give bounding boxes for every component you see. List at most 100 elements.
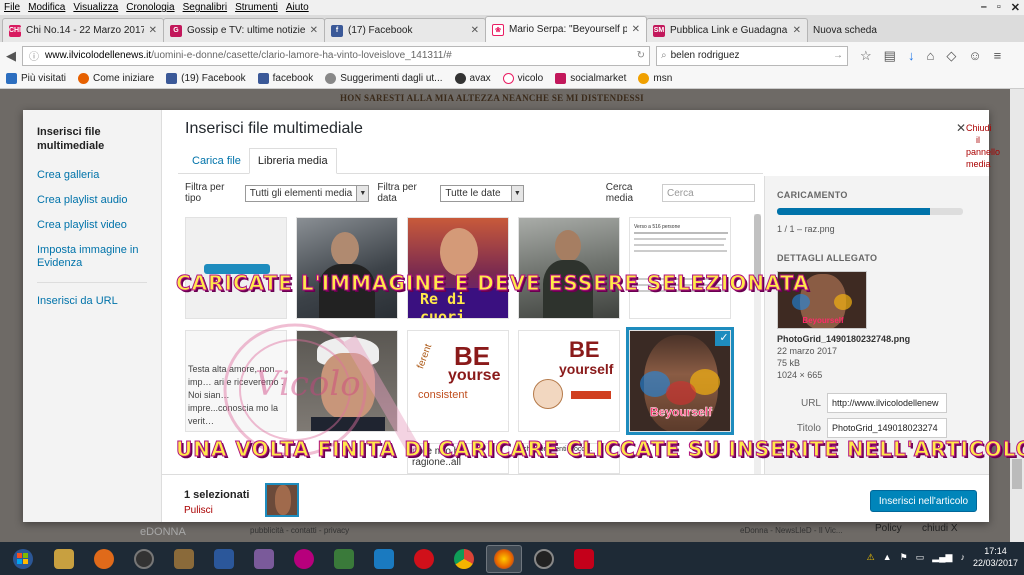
pocket-icon[interactable]: ◇: [946, 48, 956, 64]
clock-time: 17:14: [984, 546, 1007, 556]
tab-close-icon[interactable]: ✕: [471, 25, 479, 36]
browser-tab-active[interactable]: ❀ Mario Serpa: "Beyourself p... ✕: [485, 16, 647, 42]
create-audio-playlist-link[interactable]: Crea playlist audio: [37, 194, 147, 207]
menu-file[interactable]: File: [4, 2, 20, 13]
media-thumb-selected[interactable]: Beyourself ✓: [626, 327, 734, 435]
browser-tab-new[interactable]: Nuova scheda: [807, 18, 947, 42]
taskbar-app-media[interactable]: [86, 545, 122, 573]
download-icon[interactable]: ↓: [908, 48, 915, 64]
tab-upload-files[interactable]: Carica file: [184, 149, 249, 173]
media-thumb[interactable]: Verso a 516 persone: [629, 217, 731, 319]
search-go-icon[interactable]: →: [833, 50, 843, 61]
browser-tab[interactable]: G Gossip e TV: ultime notizie ... ✕: [163, 18, 325, 42]
taskbar-app-pdf[interactable]: [566, 545, 602, 573]
grid-scrollbar[interactable]: [754, 214, 761, 474]
bookmark-item[interactable]: vicolo: [502, 73, 543, 84]
tab-close-icon[interactable]: ✕: [149, 25, 157, 36]
url-bar[interactable]: ⓘ www.ilvicolodellenews.it/uomini-e-donn…: [22, 45, 650, 66]
tab-close-icon[interactable]: ✕: [310, 25, 318, 36]
facebook-icon: f: [331, 24, 343, 37]
filter-date-select[interactable]: Tutte le date ▼: [440, 184, 524, 202]
sidebar-title[interactable]: Inserisci file multimediale: [37, 125, 147, 153]
checkmark-icon[interactable]: ✓: [715, 331, 730, 346]
battery-icon[interactable]: ▭: [916, 552, 925, 563]
info-icon[interactable]: ⓘ: [29, 48, 39, 63]
bookmark-item[interactable]: Come iniziare: [78, 73, 154, 84]
clock[interactable]: 17:14 22/03/2017: [973, 545, 1018, 569]
close-modal-button[interactable]: ✕ Chiudi il pannello media: [956, 122, 1000, 170]
insert-from-url-link[interactable]: Inserisci da URL: [37, 295, 147, 308]
bookmark-star-icon[interactable]: ☆: [860, 48, 872, 64]
home-icon[interactable]: ⌂: [926, 48, 934, 64]
tab-close-icon[interactable]: ✕: [632, 24, 640, 35]
taskbar-app-folder[interactable]: [46, 545, 82, 573]
attachment-url-field[interactable]: http://www.ilvicolodellenew: [827, 393, 947, 413]
footer-links[interactable]: pubblicità - contatti - privacy: [250, 526, 349, 535]
reload-icon[interactable]: ↻: [637, 50, 645, 61]
footer-policy[interactable]: Policy: [875, 523, 902, 534]
selected-thumb[interactable]: [265, 483, 299, 517]
bookmark-item[interactable]: (19) Facebook: [166, 73, 246, 84]
bookmark-item[interactable]: Più visitati: [6, 73, 66, 84]
back-icon[interactable]: ◀: [6, 48, 16, 64]
create-video-playlist-link[interactable]: Crea playlist video: [37, 219, 147, 232]
media-thumb[interactable]: [296, 217, 398, 319]
bookmark-item[interactable]: msn: [638, 73, 672, 84]
browser-tab[interactable]: f (17) Facebook ✕: [324, 18, 486, 42]
hamburger-menu-icon[interactable]: ≡: [994, 48, 1002, 64]
bookmark-item[interactable]: socialmarket: [555, 73, 626, 84]
bookmark-item[interactable]: Suggerimenti dagli ut...: [325, 73, 443, 84]
taskbar-app-notes[interactable]: [166, 545, 202, 573]
media-thumb[interactable]: Re di cuori: [407, 217, 509, 319]
search-bar[interactable]: ⌕ belen rodriguez →: [656, 45, 848, 66]
filter-type-select[interactable]: Tutti gli elementi media ▼: [244, 184, 370, 202]
close-window-icon[interactable]: ✕: [1011, 1, 1020, 14]
taskbar-app-cam2[interactable]: [526, 545, 562, 573]
menu-strumenti[interactable]: Strumenti: [235, 2, 278, 13]
maximize-icon[interactable]: ▫: [997, 1, 1001, 14]
network-icon[interactable]: ▂▄▆: [932, 552, 952, 563]
taskbar-app-tool[interactable]: [326, 545, 362, 573]
volume-icon[interactable]: ♪: [960, 552, 965, 562]
chat-icon[interactable]: ☺: [968, 48, 981, 64]
taskbar-app-opera[interactable]: [406, 545, 442, 573]
menu-aiuto[interactable]: Aiuto: [286, 2, 309, 13]
start-button[interactable]: [0, 542, 46, 575]
set-featured-image-link[interactable]: Imposta immagine in Evidenza: [37, 244, 147, 270]
page-scrollbar[interactable]: [1010, 89, 1024, 542]
taskbar-app-photo[interactable]: [246, 545, 282, 573]
bookmark-item[interactable]: avax: [454, 73, 491, 84]
attachment-title-field[interactable]: PhotoGrid_149018023274: [827, 418, 947, 438]
insert-into-post-button[interactable]: Inserisci nell'articolo: [870, 490, 977, 512]
menu-visualizza[interactable]: Visualizza: [73, 2, 118, 13]
browser-tab[interactable]: SM Pubblica Link e Guadagna ... ✕: [646, 18, 808, 42]
clear-selection-link[interactable]: Pulisci: [184, 505, 213, 516]
footer-close-link[interactable]: chiudi X: [922, 523, 958, 534]
search-media-input[interactable]: Cerca: [662, 184, 755, 202]
menu-cronologia[interactable]: Cronologia: [126, 2, 174, 13]
taskbar-app-cam[interactable]: [126, 545, 162, 573]
menu-segnalibri[interactable]: Segnalibri: [183, 2, 227, 13]
flag-icon[interactable]: ⚑: [900, 552, 908, 563]
photo-icon: [254, 548, 274, 569]
taskbar-app-word[interactable]: [206, 545, 242, 573]
reader-icon[interactable]: ▤: [884, 48, 896, 64]
taskbar-app-hp[interactable]: [366, 545, 402, 573]
tab-media-library[interactable]: Libreria media: [248, 148, 337, 174]
taskbar-app-firefox[interactable]: [486, 544, 522, 573]
media-thumb[interactable]: [185, 217, 287, 319]
menu-modifica[interactable]: Modifica: [28, 2, 65, 13]
bookmark-item[interactable]: facebook: [257, 73, 313, 84]
media-thumb[interactable]: [518, 217, 620, 319]
media-thumb[interactable]: BE yourself: [518, 330, 620, 432]
taskbar-app-chrome[interactable]: [446, 545, 482, 573]
msn-icon: [638, 73, 650, 84]
warning-icon[interactable]: ⚠: [867, 552, 875, 563]
upload-heading: CARICAMENTO: [777, 190, 848, 200]
expand-tray-icon[interactable]: ▲: [883, 552, 892, 562]
minimize-icon[interactable]: –: [981, 1, 987, 14]
tab-close-icon[interactable]: ✕: [793, 25, 801, 36]
create-gallery-link[interactable]: Crea galleria: [37, 169, 147, 182]
taskbar-app-p[interactable]: [286, 545, 322, 573]
browser-tab[interactable]: CHI Chi No.14 - 22 Marzo 2017 ... ✕: [2, 18, 164, 42]
